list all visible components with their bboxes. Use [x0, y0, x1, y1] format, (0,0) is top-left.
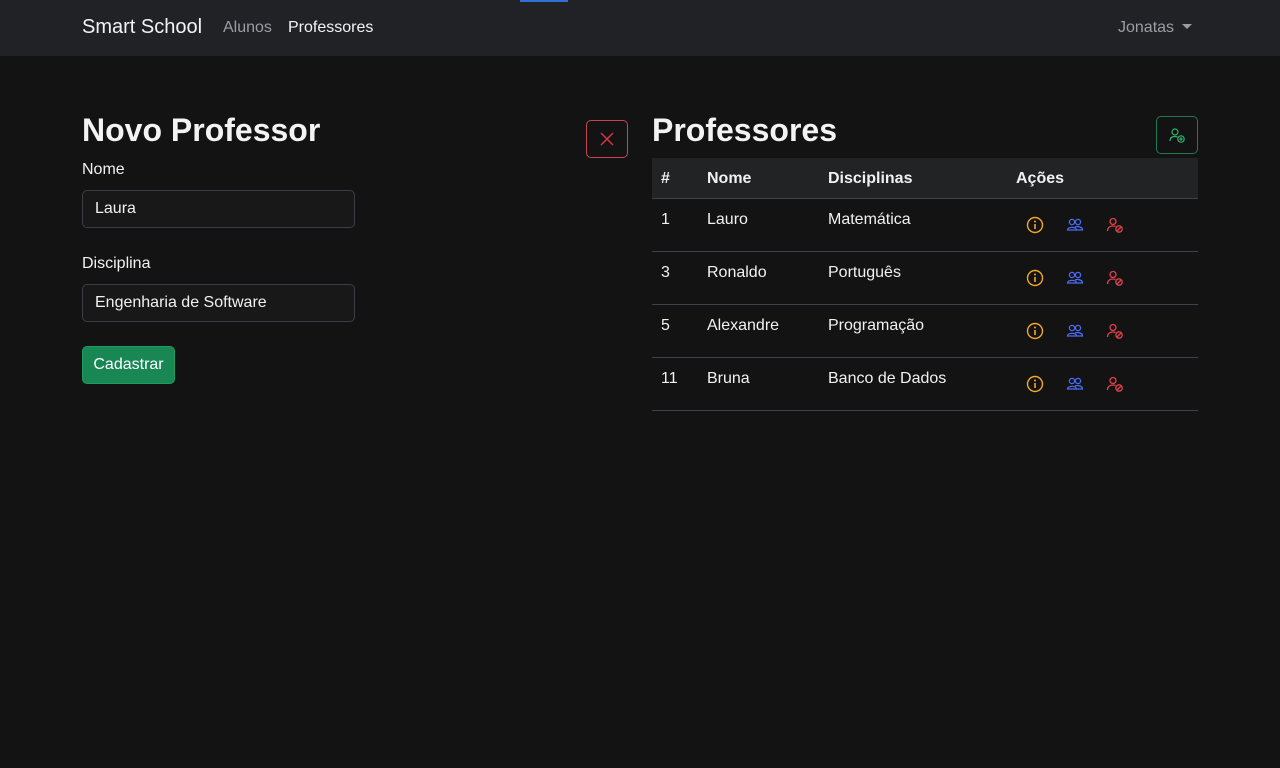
- row-nome: Ronaldo: [707, 264, 767, 281]
- people-icon[interactable]: [1066, 269, 1084, 287]
- header-acoes: Ações: [1016, 170, 1065, 187]
- active-indicator: [520, 0, 568, 2]
- person-remove-icon[interactable]: [1106, 269, 1124, 287]
- person-remove-icon[interactable]: [1106, 216, 1124, 234]
- header-nome: Nome: [707, 170, 752, 187]
- table-row[interactable]: 1 Lauro Matemática: [652, 199, 1198, 252]
- nome-label: Nome: [82, 161, 125, 178]
- user-dropdown[interactable]: Jonatas: [1118, 19, 1193, 37]
- professores-table: # Nome Disciplinas Ações 1 Lauro Matemát…: [652, 158, 1198, 411]
- people-icon[interactable]: [1066, 375, 1084, 393]
- navbar: Smart School Alunos Professores Jonatas: [0, 0, 1280, 56]
- row-id: 5: [661, 317, 670, 334]
- row-disciplina: Matemática: [828, 211, 911, 228]
- row-disciplina: Programação: [828, 317, 925, 334]
- row-disciplina: Português: [828, 264, 901, 281]
- close-form-button[interactable]: [586, 120, 628, 158]
- form-title: Novo Professor: [82, 112, 321, 148]
- nome-input[interactable]: Laura: [82, 190, 355, 228]
- header-id: #: [661, 170, 670, 187]
- info-icon[interactable]: [1026, 375, 1044, 393]
- info-icon[interactable]: [1026, 269, 1044, 287]
- row-actions: [1026, 216, 1124, 234]
- info-icon[interactable]: [1026, 322, 1044, 340]
- row-nome: Alexandre: [707, 317, 780, 334]
- info-icon[interactable]: [1026, 216, 1044, 234]
- row-actions: [1026, 375, 1124, 393]
- table-row[interactable]: 3 Ronaldo Português: [652, 252, 1198, 305]
- disciplina-label: Disciplina: [82, 255, 151, 272]
- row-nome: Bruna: [707, 370, 750, 387]
- table-row[interactable]: 5 Alexandre Programação: [652, 305, 1198, 358]
- row-actions: [1026, 269, 1124, 287]
- row-id: 1: [661, 211, 670, 228]
- row-disciplina: Banco de Dados: [828, 370, 947, 387]
- cadastrar-button[interactable]: Cadastrar: [82, 346, 175, 384]
- disciplina-input[interactable]: Engenharia de Software: [82, 284, 355, 322]
- person-remove-icon[interactable]: [1106, 375, 1124, 393]
- brand-link[interactable]: Smart School: [82, 16, 202, 39]
- close-icon: [600, 132, 614, 146]
- header-disciplinas: Disciplinas: [828, 170, 913, 187]
- people-icon[interactable]: [1066, 216, 1084, 234]
- nav-link-alunos[interactable]: Alunos: [223, 19, 272, 37]
- row-id: 3: [661, 264, 670, 281]
- chevron-down-icon: [1182, 23, 1193, 29]
- person-add-icon: [1169, 128, 1185, 143]
- people-icon[interactable]: [1066, 322, 1084, 340]
- add-professor-button[interactable]: [1156, 116, 1198, 154]
- nav-link-professores[interactable]: Professores: [288, 19, 373, 37]
- row-id: 11: [661, 370, 678, 387]
- user-name: Jonatas: [1118, 19, 1175, 36]
- professores-title: Professores: [652, 112, 837, 148]
- person-remove-icon[interactable]: [1106, 322, 1124, 340]
- table-row[interactable]: 11 Bruna Banco de Dados: [652, 358, 1198, 411]
- row-actions: [1026, 322, 1124, 340]
- table-header: # Nome Disciplinas Ações: [652, 158, 1198, 199]
- row-nome: Lauro: [707, 211, 748, 228]
